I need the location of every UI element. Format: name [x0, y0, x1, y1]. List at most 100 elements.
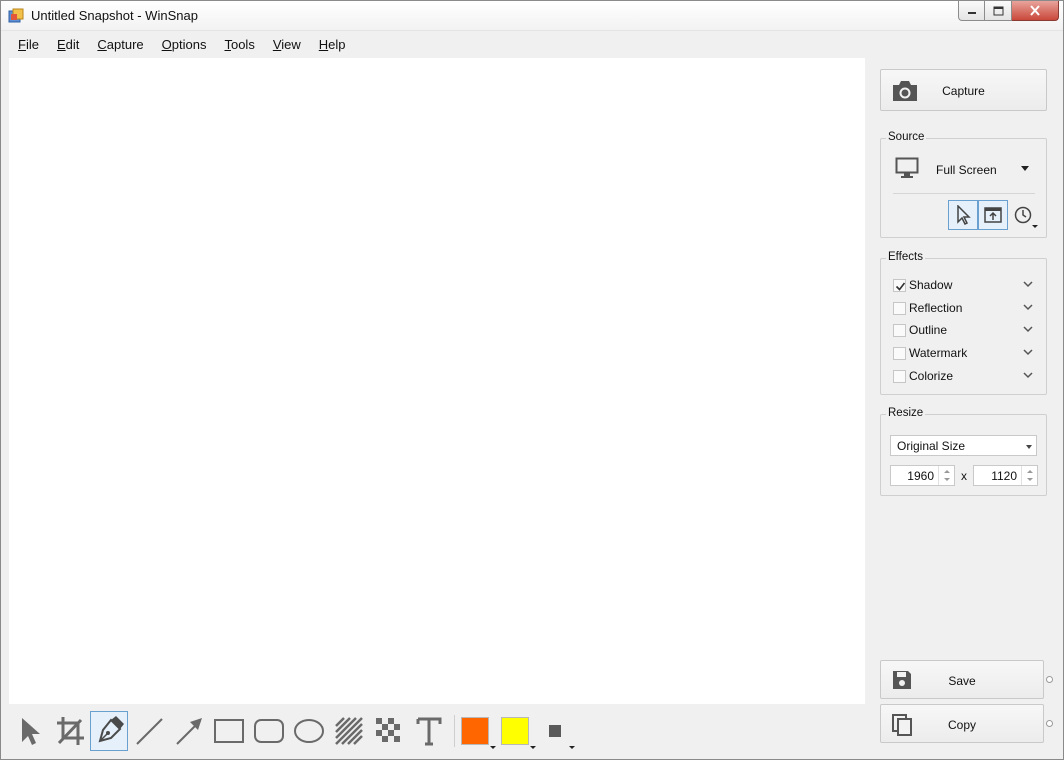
ellipse-tool[interactable] [290, 711, 328, 751]
height-value: 1120 [991, 469, 1017, 483]
minimize-icon [967, 11, 976, 14]
timer-dropdown-icon[interactable] [1032, 225, 1038, 228]
chevron-down-icon[interactable] [1023, 280, 1033, 288]
window-mode-button[interactable] [978, 200, 1008, 230]
line-width-caret-icon[interactable] [569, 746, 575, 749]
effect-shadow[interactable]: Shadow [893, 276, 1033, 294]
title-bar: Untitled Snapshot - WinSnap [1, 1, 1063, 31]
save-option-radio[interactable] [1046, 676, 1053, 683]
watermark-label: Watermark [909, 346, 968, 360]
copy-option-radio[interactable] [1046, 720, 1053, 727]
size-separator: x [961, 469, 967, 483]
pen-tool[interactable] [90, 711, 128, 751]
capture-label: Capture [942, 84, 985, 98]
reflection-checkbox[interactable] [893, 302, 906, 315]
resize-title: Resize [886, 407, 926, 419]
outline-label: Outline [909, 323, 948, 337]
resize-mode-value: Original Size [897, 439, 966, 453]
effect-reflection[interactable]: Reflection [893, 299, 1033, 317]
text-tool[interactable] [410, 711, 448, 751]
crop-tool-icon [57, 717, 84, 745]
close-button[interactable] [1012, 1, 1059, 21]
source-title: Source [886, 131, 927, 143]
ellipse-tool-icon [294, 719, 324, 743]
source-divider [893, 193, 1035, 194]
chevron-down-icon[interactable] [1023, 303, 1033, 311]
select-tool[interactable] [11, 711, 49, 751]
watermark-checkbox[interactable] [893, 347, 906, 360]
monitor-icon [895, 157, 919, 178]
pixelate-tool[interactable] [370, 711, 408, 751]
shadow-checkbox[interactable] [893, 279, 906, 292]
menu-tools[interactable]: Tools [215, 32, 263, 57]
rectangle-tool-icon [214, 719, 244, 743]
maximize-button[interactable] [985, 1, 1012, 21]
line-width-icon[interactable] [549, 725, 561, 737]
minimize-button[interactable] [958, 1, 985, 21]
dropdown-caret-icon [1026, 445, 1032, 449]
cursor-mode-icon [957, 205, 971, 225]
width-spin-arrows[interactable] [938, 466, 954, 485]
pixelate-tool-icon [376, 718, 400, 742]
height-spin-arrows[interactable] [1021, 466, 1037, 485]
effects-group: Effects Shadow Reflection Outline Waterm… [880, 251, 1047, 395]
chevron-down-icon[interactable] [1023, 325, 1033, 333]
window-mode-icon [984, 207, 1002, 223]
snapshot-canvas[interactable] [9, 58, 865, 704]
menu-edit[interactable]: Edit [48, 32, 88, 57]
shadow-label: Shadow [909, 278, 953, 292]
primary-color-swatch[interactable] [461, 717, 489, 745]
rounded-rectangle-tool[interactable] [250, 711, 288, 751]
secondary-color-caret-icon[interactable] [530, 746, 536, 749]
resize-mode-dropdown[interactable]: Original Size [890, 435, 1037, 456]
source-group: Source Full Screen [880, 131, 1047, 238]
drawing-toolbar [9, 705, 865, 755]
source-dropdown-icon[interactable] [1021, 166, 1029, 171]
text-tool-icon [416, 717, 442, 746]
toolbar-separator [454, 715, 455, 747]
menu-capture[interactable]: Capture [88, 32, 152, 57]
checkmark-icon [895, 282, 906, 291]
copy-label: Copy [947, 718, 976, 732]
line-tool-icon [136, 718, 163, 745]
hatch-tool[interactable] [330, 711, 368, 751]
reflection-label: Reflection [909, 301, 963, 315]
secondary-color-swatch[interactable] [501, 717, 529, 745]
width-value: 1960 [907, 469, 934, 483]
height-spinner[interactable]: 1120 [973, 465, 1038, 486]
effect-watermark[interactable]: Watermark [893, 344, 1033, 362]
outline-checkbox[interactable] [893, 324, 906, 337]
source-selected[interactable]: Full Screen [936, 163, 997, 177]
window-title: Untitled Snapshot - WinSnap [31, 8, 198, 23]
width-spinner[interactable]: 1960 [890, 465, 955, 486]
effect-colorize[interactable]: Colorize [893, 367, 1033, 385]
cursor-mode-button[interactable] [948, 200, 978, 230]
close-icon [1030, 5, 1040, 16]
chevron-down-icon[interactable] [1023, 348, 1033, 356]
chevron-down-icon[interactable] [1023, 371, 1033, 379]
effect-outline[interactable]: Outline [893, 321, 1033, 339]
timer-icon [1014, 206, 1032, 224]
arrow-tool-icon [176, 718, 202, 745]
winsnap-window: Untitled Snapshot - WinSnap File Edit Ca… [0, 0, 1064, 760]
capture-button[interactable]: Capture [880, 69, 1047, 111]
arrow-tool[interactable] [170, 711, 208, 751]
select-tool-icon [22, 718, 40, 745]
colorize-checkbox[interactable] [893, 370, 906, 383]
pen-tool-icon [98, 716, 124, 743]
colorize-label: Colorize [909, 369, 954, 383]
primary-color-caret-icon[interactable] [490, 746, 496, 749]
effects-title: Effects [886, 251, 925, 263]
menu-help[interactable]: Help [310, 32, 355, 57]
copy-button[interactable]: Copy [880, 704, 1044, 743]
app-icon [8, 8, 24, 23]
line-tool[interactable] [130, 711, 168, 751]
menu-view[interactable]: View [264, 32, 310, 57]
save-label: Save [948, 674, 976, 688]
menu-options[interactable]: Options [153, 32, 216, 57]
rectangle-tool[interactable] [210, 711, 248, 751]
menu-file[interactable]: File [9, 32, 48, 57]
crop-tool[interactable] [51, 711, 89, 751]
save-button[interactable]: Save [880, 660, 1044, 699]
hatch-tool-icon [335, 717, 363, 745]
